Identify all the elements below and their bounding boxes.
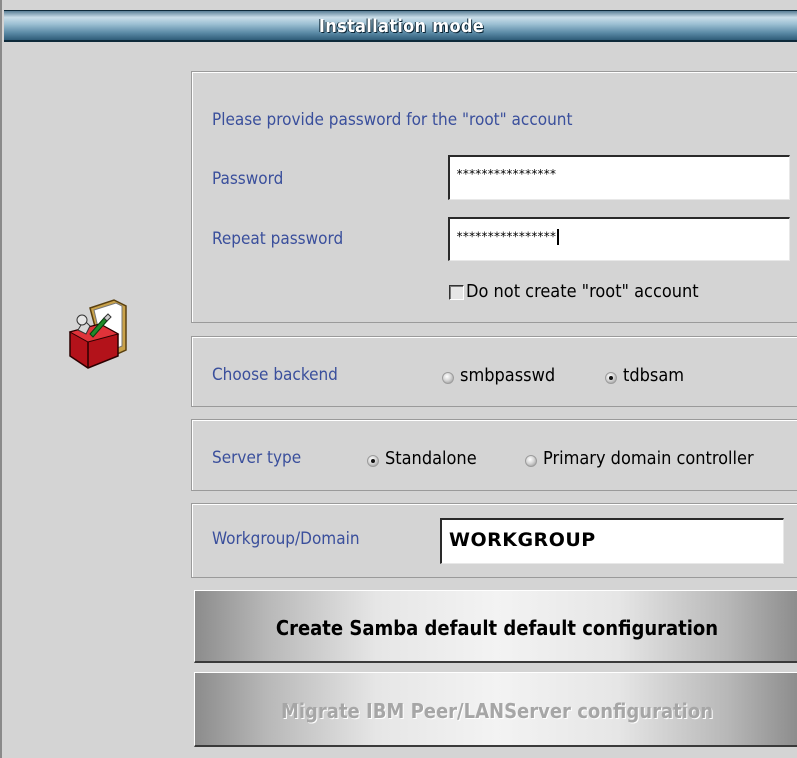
window-titlebar[interactable]: Installation mode [4,10,797,42]
tdbsam-radio-label[interactable]: tdbsam [623,365,684,386]
repeat-password-value: **************** [456,229,557,244]
backend-panel: Choose backend smbpasswd tdbsam [191,336,797,407]
installation-mode-window: Installation mode Please provide passwor… [0,0,797,758]
migrate-ibm-config-label: Migrate IBM Peer/LANServer configuration [280,699,714,723]
primary-domain-controller-radio[interactable] [525,455,537,467]
workgroup-value: WORKGROUP [449,529,596,551]
create-default-config-button[interactable]: Create Samba default default configurati… [194,590,797,663]
primary-domain-controller-label[interactable]: Primary domain controller [543,448,754,469]
workgroup-label: Workgroup/Domain [212,529,360,549]
repeat-password-label: Repeat password [212,229,344,249]
tdbsam-radio[interactable] [605,372,617,384]
samba-toolbox-icon [60,290,136,376]
text-caret [556,229,559,245]
no-root-checkbox[interactable] [449,285,464,300]
password-field[interactable]: **************** [448,155,790,200]
repeat-password-field[interactable]: **************** [448,217,790,261]
standalone-radio[interactable] [367,455,379,467]
smbpasswd-radio[interactable] [442,372,454,384]
smbpasswd-radio-label[interactable]: smbpasswd [460,365,555,386]
backend-label: Choose backend [212,365,338,385]
password-value: **************** [456,167,557,181]
password-label: Password [212,169,284,189]
root-password-heading: Please provide password for the "root" a… [212,110,573,130]
no-root-checkbox-label[interactable]: Do not create "root" account [466,281,699,302]
window-title: Installation mode [318,16,485,37]
server-type-panel: Server type Standalone Primary domain co… [191,419,797,491]
standalone-radio-label[interactable]: Standalone [385,448,477,469]
create-default-config-label: Create Samba default default configurati… [275,616,719,640]
migrate-ibm-config-button[interactable]: Migrate IBM Peer/LANServer configuration [194,672,797,747]
server-type-label: Server type [212,448,302,468]
root-password-panel: Please provide password for the "root" a… [191,71,797,323]
workgroup-panel: Workgroup/Domain WORKGROUP [191,503,797,578]
workgroup-input[interactable]: WORKGROUP [440,518,784,564]
